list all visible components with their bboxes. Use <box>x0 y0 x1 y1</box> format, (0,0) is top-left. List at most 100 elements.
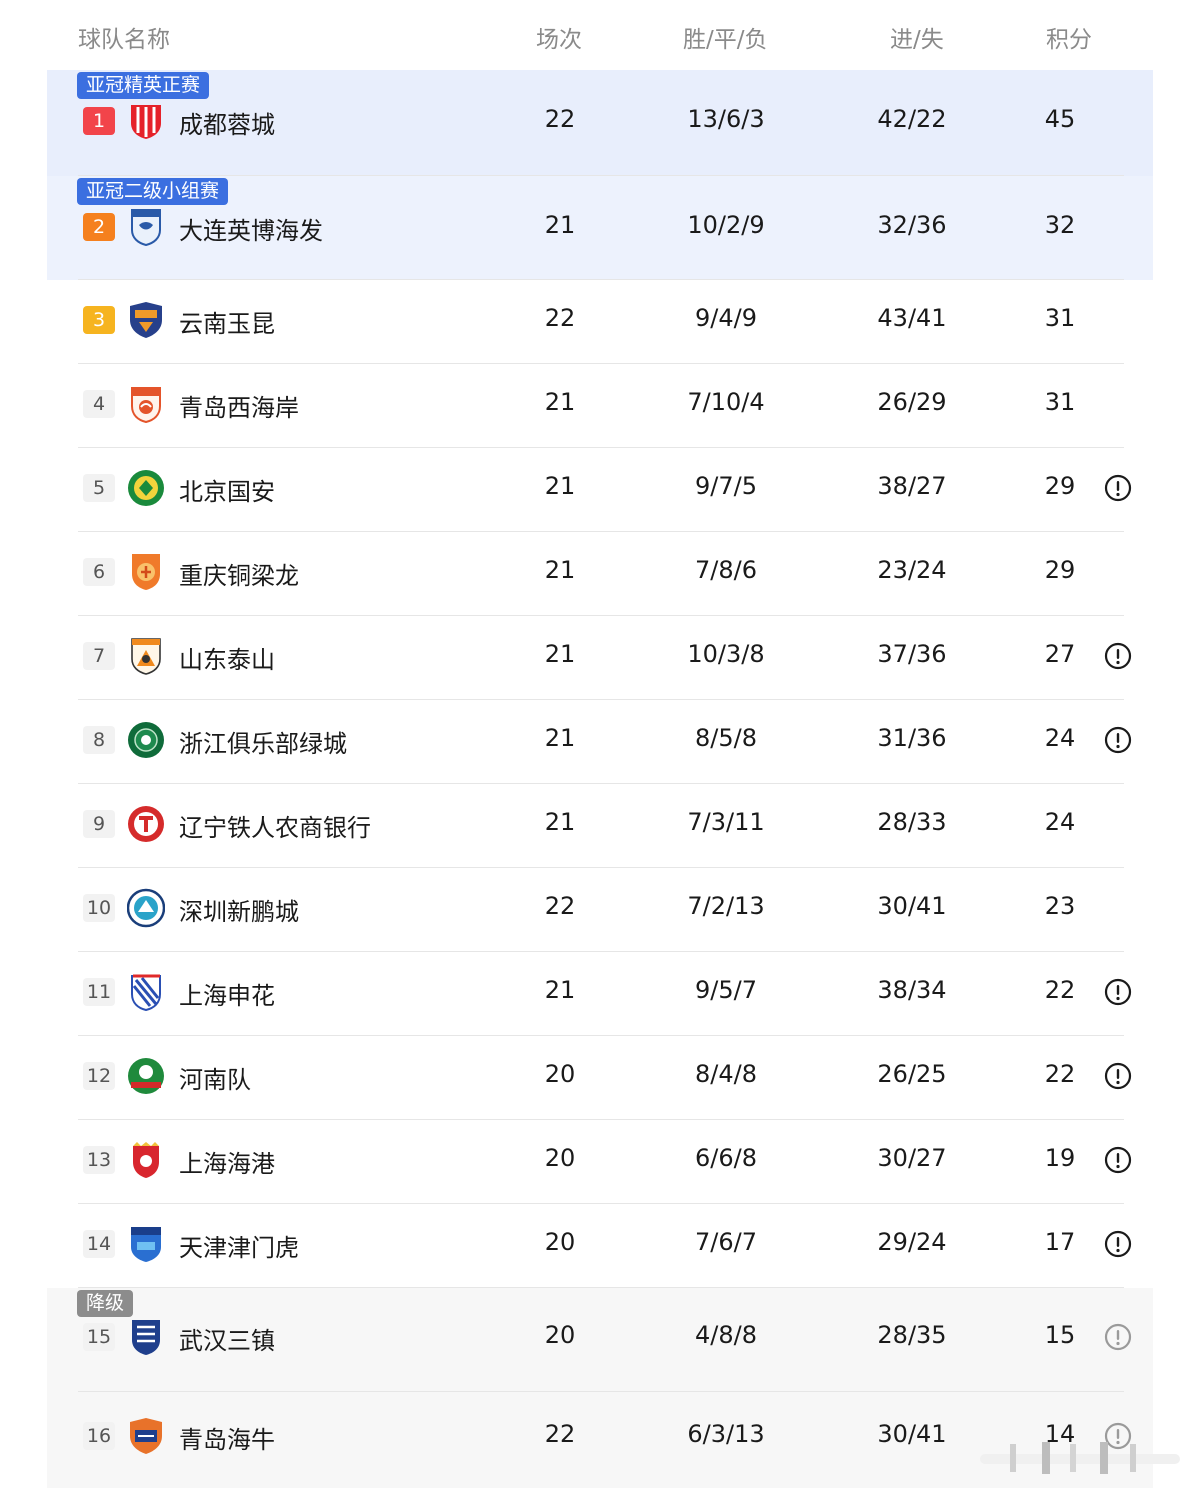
table-row[interactable]: 5 北京国安 21 9/7/5 38/27 29 <box>0 448 1200 532</box>
wdl-value: 4/8/8 <box>695 1321 757 1349</box>
points-value: 17 <box>1044 1228 1076 1256</box>
table-row[interactable]: 3 云南玉昆 22 9/4/9 43/41 31 <box>0 280 1200 364</box>
info-icon[interactable] <box>1104 474 1132 502</box>
played-value: 20 <box>544 1228 576 1256</box>
standings-table: 亚冠精英正赛 1 成都蓉城 22 13/6/3 42/22 45 亚冠二级小组赛 2 大连英博海发… <box>0 70 1200 1488</box>
played-value: 21 <box>544 808 576 836</box>
team-name[interactable]: 大连英博海发 <box>179 211 323 246</box>
goals-value: 23/24 <box>877 556 947 584</box>
rank-badge: 15 <box>83 1323 115 1351</box>
zone-badge: 降级 <box>77 1290 134 1317</box>
points-value: 24 <box>1044 808 1076 836</box>
beijing-guoan-logo <box>127 468 165 508</box>
rank-badge: 16 <box>83 1422 115 1450</box>
played-value: 21 <box>544 640 576 668</box>
table-row[interactable]: 亚冠二级小组赛 2 大连英博海发 21 10/2/9 32/36 32 <box>0 176 1200 280</box>
team-name[interactable]: 青岛西海岸 <box>179 388 299 423</box>
goals-value: 42/22 <box>877 105 947 133</box>
wdl-value: 7/6/7 <box>695 1228 757 1256</box>
team-name[interactable]: 重庆铜梁龙 <box>179 556 299 591</box>
played-value: 20 <box>544 1060 576 1088</box>
wdl-value: 9/4/9 <box>695 304 757 332</box>
team-name[interactable]: 天津津门虎 <box>179 1228 299 1263</box>
table-row[interactable]: 4 青岛西海岸 21 7/10/4 26/29 31 <box>0 364 1200 448</box>
info-icon[interactable] <box>1104 978 1132 1006</box>
goals-value: 26/29 <box>877 388 947 416</box>
points-value: 22 <box>1044 1060 1076 1088</box>
team-name[interactable]: 云南玉昆 <box>179 304 275 339</box>
table-row[interactable]: 11 上海申花 21 9/5/7 38/34 22 <box>0 952 1200 1036</box>
info-icon[interactable] <box>1104 726 1132 754</box>
wdl-value: 13/6/3 <box>687 105 765 133</box>
zhejiang-greentown-logo <box>127 720 165 760</box>
played-value: 21 <box>544 211 576 239</box>
wdl-value: 8/5/8 <box>695 724 757 752</box>
tianjin-jinmen-tiger-logo <box>127 1224 165 1264</box>
henan-logo <box>127 1056 165 1096</box>
team-name[interactable]: 青岛海牛 <box>179 1420 275 1455</box>
info-icon[interactable] <box>1104 1230 1132 1258</box>
wdl-value: 7/2/13 <box>687 892 765 920</box>
table-row[interactable]: 12 河南队 20 8/4/8 26/25 22 <box>0 1036 1200 1120</box>
wdl-value: 8/4/8 <box>695 1060 757 1088</box>
info-icon[interactable] <box>1104 1146 1132 1174</box>
zone-badge: 亚冠二级小组赛 <box>77 178 229 205</box>
team-name[interactable]: 上海申花 <box>179 976 275 1011</box>
team-name[interactable]: 上海海港 <box>179 1144 275 1179</box>
table-row[interactable]: 14 天津津门虎 20 7/6/7 29/24 17 <box>0 1204 1200 1288</box>
zone-badge: 亚冠精英正赛 <box>77 72 210 99</box>
table-row[interactable]: 13 上海海港 20 6/6/8 30/27 19 <box>0 1120 1200 1204</box>
table-row[interactable]: 10 深圳新鹏城 22 7/2/13 30/41 23 <box>0 868 1200 952</box>
wdl-value: 6/3/13 <box>687 1420 765 1448</box>
rank-badge: 1 <box>83 107 115 135</box>
table-row[interactable]: 8 浙江俱乐部绿城 21 8/5/8 31/36 24 <box>0 700 1200 784</box>
played-value: 22 <box>544 105 576 133</box>
team-name[interactable]: 山东泰山 <box>179 640 275 675</box>
rank-badge: 11 <box>83 978 115 1006</box>
table-row[interactable]: 9 辽宁铁人农商银行 21 7/3/11 28/33 24 <box>0 784 1200 868</box>
chongqing-tongliangloong-logo <box>127 552 165 592</box>
points-value: 23 <box>1044 892 1076 920</box>
goals-value: 30/27 <box>877 1144 947 1172</box>
played-value: 22 <box>544 304 576 332</box>
rank-badge: 6 <box>83 558 115 586</box>
wdl-value: 7/8/6 <box>695 556 757 584</box>
team-name[interactable]: 深圳新鹏城 <box>179 892 299 927</box>
table-row[interactable]: 6 重庆铜梁龙 21 7/8/6 23/24 29 <box>0 532 1200 616</box>
wdl-value: 7/3/11 <box>687 808 765 836</box>
goals-value: 31/36 <box>877 724 947 752</box>
team-name[interactable]: 浙江俱乐部绿城 <box>179 724 347 759</box>
points-value: 27 <box>1044 640 1076 668</box>
liaoning-tieren-logo <box>127 804 165 844</box>
yunnan-yukun-logo <box>127 300 165 340</box>
points-value: 29 <box>1044 556 1076 584</box>
rank-badge: 12 <box>83 1062 115 1090</box>
points-value: 32 <box>1044 211 1076 239</box>
goals-value: 28/35 <box>877 1321 947 1349</box>
points-value: 29 <box>1044 472 1076 500</box>
points-value: 45 <box>1044 105 1076 133</box>
team-name[interactable]: 北京国安 <box>179 472 275 507</box>
rank-badge: 14 <box>83 1230 115 1258</box>
points-value: 15 <box>1044 1321 1076 1349</box>
table-row[interactable]: 7 山东泰山 21 10/3/8 37/36 27 <box>0 616 1200 700</box>
table-row[interactable]: 亚冠精英正赛 1 成都蓉城 22 13/6/3 42/22 45 <box>0 70 1200 176</box>
goals-value: 28/33 <box>877 808 947 836</box>
team-name[interactable]: 辽宁铁人农商银行 <box>179 808 371 843</box>
info-icon[interactable] <box>1104 642 1132 670</box>
watermark-icon <box>980 1442 1180 1474</box>
points-value: 19 <box>1044 1144 1076 1172</box>
qingdao-west-coast-logo <box>127 384 165 424</box>
rank-badge: 10 <box>83 894 115 922</box>
rank-badge: 13 <box>83 1146 115 1174</box>
team-name[interactable]: 武汉三镇 <box>179 1321 275 1356</box>
team-name[interactable]: 成都蓉城 <box>179 105 275 140</box>
rank-badge: 3 <box>83 306 115 334</box>
table-row[interactable]: 降级 15 武汉三镇 20 4/8/8 28/35 15 <box>0 1288 1200 1392</box>
team-name[interactable]: 河南队 <box>179 1060 251 1095</box>
shandong-taishan-logo <box>127 636 165 676</box>
info-icon[interactable] <box>1104 1062 1132 1090</box>
wdl-value: 6/6/8 <box>695 1144 757 1172</box>
played-value: 21 <box>544 472 576 500</box>
info-icon[interactable] <box>1104 1323 1132 1351</box>
